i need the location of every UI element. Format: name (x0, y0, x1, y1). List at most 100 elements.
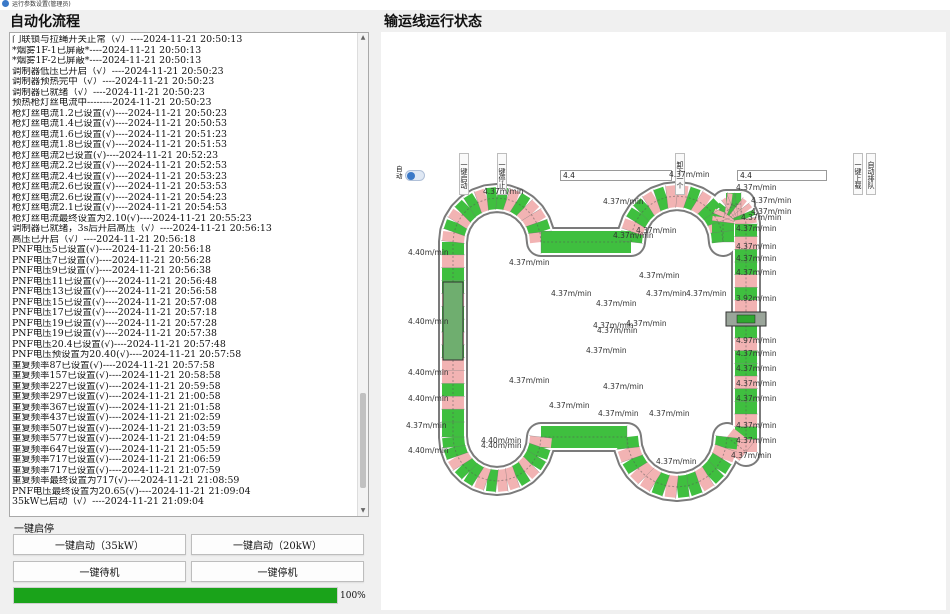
speed-label: 4.37m/min (736, 364, 777, 373)
junction-indicator (736, 314, 756, 324)
speed-label: 4.37m/min (736, 436, 777, 445)
speed-label: 4.37m/min (639, 271, 680, 280)
speed-label: 4.37m/min (406, 421, 447, 430)
speed-label: 4.37m/min (549, 401, 590, 410)
log-line: 35kW已启动（√）----2024-11-21 21:09:04 (12, 497, 204, 507)
log-line: 重复频率647已设置(√)----2024-11-21 21:05:59 (12, 444, 221, 455)
speed-label: 4.37m/min (656, 457, 697, 466)
log-line: PNF电压最终设置为20.65(√)----2024-11-21 21:09:0… (12, 486, 251, 497)
log-line: 调制器预热完中（√）----2024-11-21 20:50:23 (12, 77, 215, 87)
log-line: 枪灯丝电流2.6已设置(√)----2024-11-21 20:53:53 (12, 182, 228, 192)
speed-label: 4.37m/min (596, 299, 637, 308)
log-line: PNF电压17已设置(√)----2024-11-21 20:57:18 (12, 308, 217, 318)
log-line: PNF电压19已设置(√)----2024-11-21 20:57:28 (12, 318, 217, 329)
speed-label: 4.37m/min (483, 187, 524, 196)
speed-label: 4.37m/min (586, 346, 627, 355)
toggle-knob (407, 172, 415, 180)
log-line: 高压已开启（√）----2024-11-21 20:56:18 (12, 234, 196, 245)
stop-button[interactable]: 一键停机 (191, 561, 364, 582)
log-line: 重复频率507已设置(√)----2024-11-21 21:03:59 (12, 423, 221, 434)
conveyor-canvas: 自动 一键启动 一键停止 卸下一个 一键上载 自动排队 4.4 4.4 4.40… (381, 32, 946, 610)
auto-toggle-label: 自动 (396, 165, 403, 180)
speed-label: 4.37m/min (551, 289, 592, 298)
speed-label: 4.97m/min (736, 336, 777, 345)
scroll-down-icon[interactable]: ▼ (359, 507, 367, 515)
log-line: 调制器已就绪（√）----2024-11-21 20:50:23 (12, 87, 205, 98)
upload-all-button[interactable]: 一键上载 (853, 153, 863, 195)
speed-label: 4.37m/min (598, 409, 639, 418)
log-line: 重复频率367已设置(√)----2024-11-21 21:01:58 (12, 402, 221, 413)
standby-button[interactable]: 一键待机 (13, 561, 186, 582)
speed-label: 4.37m/min (741, 213, 782, 222)
conveyor-start-all-button[interactable]: 一键启动 (459, 153, 469, 195)
log-line: 枪灯丝电流2.4已设置(√)----2024-11-21 20:53:23 (12, 171, 228, 182)
log-line: PNF电压7已设置(√)----2024-11-21 20:56:28 (12, 255, 211, 266)
progress-text: 100% (340, 591, 366, 601)
log-line: PNF电压19已设置(√)----2024-11-21 20:57:38 (12, 329, 217, 339)
log-line: 调制器已就绪，3s后开启高压（√）----2024-11-21 20:56:13 (12, 224, 272, 234)
start-20kw-button[interactable]: 一键启动（20kW） (191, 534, 364, 555)
log-scrollbar[interactable]: ▲ ▼ (357, 33, 368, 516)
auto-toggle[interactable] (405, 170, 425, 181)
speed-label: 4.37m/min (603, 382, 644, 391)
log-line: PNF电压预设置为20.40(√)----2024-11-21 20:57:58 (12, 350, 242, 360)
speed-label: 4.37m/min (736, 379, 777, 388)
log-line: 枪灯丝电流2.1已设置(√)----2024-11-21 20:54:53 (12, 203, 228, 213)
speed-label: 4.40m/min (481, 441, 522, 450)
scroll-up-icon[interactable]: ▲ (359, 34, 367, 42)
log-line: 重复频率297已设置(√)----2024-11-21 21:00:58 (12, 392, 221, 402)
log-line: 门联锁与拉绳开关正常（√）----2024-11-21 20:50:13 (12, 35, 243, 45)
speed-label: 4.37m/min (736, 394, 777, 403)
speed-input-right[interactable]: 4.4 (737, 170, 827, 181)
log-line: 重复频率227已设置(√)----2024-11-21 20:59:58 (12, 381, 221, 392)
automation-panel-title: 自动化流程 (10, 14, 80, 30)
conveyor-panel-title: 输运线运行状态 (384, 14, 482, 30)
speed-label: 4.37m/min (736, 349, 777, 358)
log-line: 枪灯丝电流最终设置为2.10(√)----2024-11-21 20:55:23 (12, 213, 252, 224)
speed-label: 4.40m/min (408, 368, 449, 377)
speed-label: 4.37m/min (736, 183, 777, 192)
speed-label: 4.37m/min (736, 268, 777, 277)
speed-label: 4.37m/min (736, 254, 777, 263)
speed-label: 4.40m/min (408, 394, 449, 403)
log-line: 预热枪灯丝电流中--------2024-11-21 20:50:23 (12, 98, 212, 108)
speed-label: 4.37m/min (686, 289, 727, 298)
log-line: *烟雾1F-1已屏蔽*----2024-11-21 20:50:13 (12, 45, 202, 56)
log-line: PNF电压13已设置(√)----2024-11-21 20:56:58 (12, 287, 217, 297)
progress-bar (13, 587, 338, 604)
log-line: PNF电压20.4已设置(√)----2024-11-21 20:57:48 (12, 339, 226, 350)
log-line: 枪灯丝电流1.8已设置(√)----2024-11-21 20:51:53 (12, 140, 228, 150)
one-key-section-label: 一键启停 (14, 524, 54, 535)
log-listbox[interactable]: 门联锁与拉绳开关正常（√）----2024-11-21 20:50:13 *烟雾1… (9, 32, 369, 517)
log-line: 枪灯丝电流1.4已设置(√)----2024-11-21 20:50:53 (12, 119, 228, 129)
speed-label: 4.40m/min (408, 446, 449, 455)
speed-label: 4.37m/min (603, 197, 644, 206)
speed-label: 4.37m/min (509, 258, 550, 267)
log-line: PNF电压15已设置(√)----2024-11-21 20:57:08 (12, 297, 217, 308)
log-line: PNF电压5已设置(√)----2024-11-21 20:56:18 (12, 245, 211, 255)
speed-label: 4.37m/min (613, 231, 654, 240)
speed-label: 3.92m/min (736, 294, 777, 303)
window-title: 运行参数设置(管理员) (12, 1, 71, 8)
log-line: 重复频率437已设置(√)----2024-11-21 21:02:59 (12, 413, 221, 423)
start-35kw-button[interactable]: 一键启动（35kW） (13, 534, 186, 555)
speed-label: 4.37m/min (597, 326, 638, 335)
log-line: 重复频率最终设置为717(√)----2024-11-21 21:08:59 (12, 476, 240, 486)
speed-input-left[interactable]: 4.4 (560, 170, 672, 181)
log-line: 重复频率87已设置(√)----2024-11-21 20:57:58 (12, 360, 215, 371)
auto-sort-button[interactable]: 自动排队 (866, 153, 876, 195)
speed-label: 4.37m/min (751, 196, 792, 205)
log-line: 枪灯丝电流2已设置(√)----2024-11-21 20:52:23 (12, 150, 219, 161)
scroll-thumb[interactable] (360, 393, 366, 488)
log-line: *烟雾1F-2已屏蔽*----2024-11-21 20:50:13 (12, 56, 202, 66)
speed-label: 4.37m/min (736, 421, 777, 430)
log-line: 重复频率157已设置(√)----2024-11-21 20:58:58 (12, 371, 221, 381)
window-titlebar: 运行参数设置(管理员) (0, 0, 950, 10)
log-line: 枪灯丝电流2.6已设置(√)----2024-11-21 20:54:23 (12, 192, 228, 203)
log-line: 重复频率717已设置(√)----2024-11-21 21:07:59 (12, 465, 221, 476)
log-line: 枪灯丝电流1.6已设置(√)----2024-11-21 20:51:23 (12, 129, 228, 140)
speed-label: 4.37m/min (731, 451, 772, 460)
log-line: 重复频率577已设置(√)----2024-11-21 21:04:59 (12, 434, 221, 444)
log-line: PNF电压9已设置(√)----2024-11-21 20:56:38 (12, 266, 211, 276)
log-line: 调制器低压已开启（√）----2024-11-21 20:50:23 (12, 66, 224, 77)
